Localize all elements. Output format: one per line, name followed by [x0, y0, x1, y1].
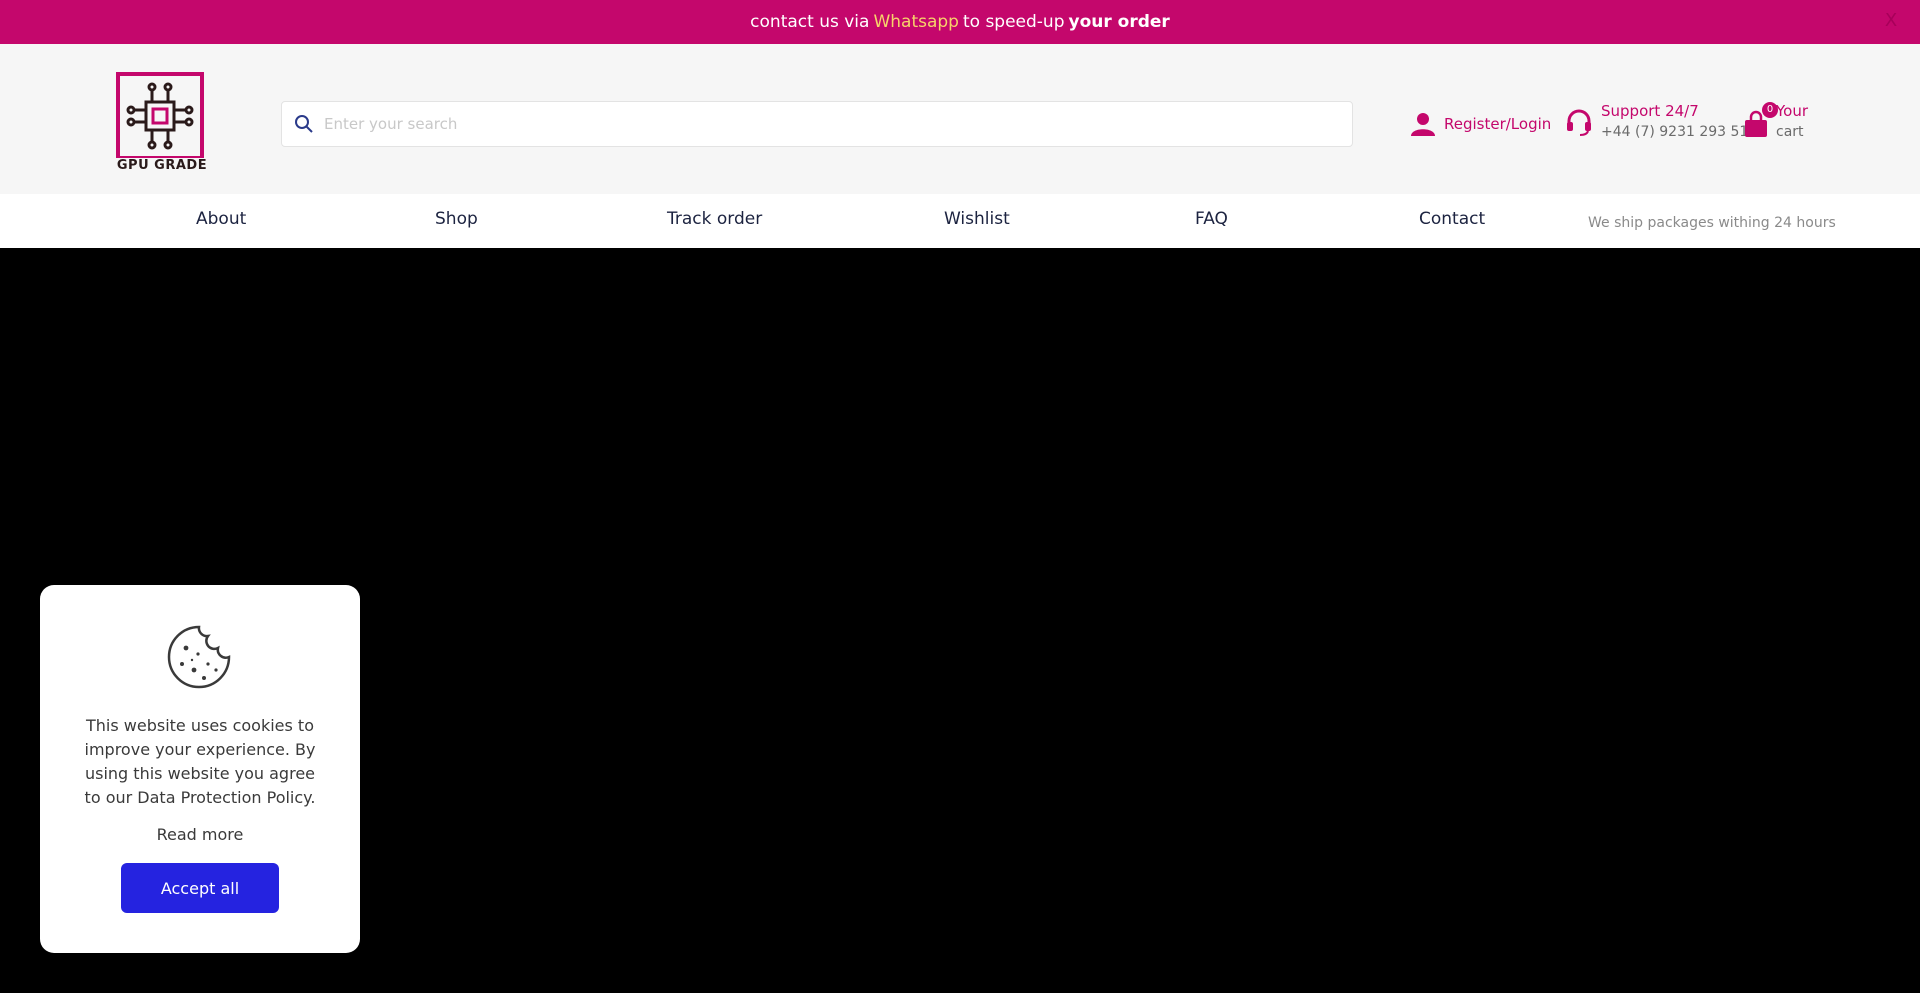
cart-link[interactable]: 0 Your cart: [1742, 102, 1808, 140]
cart-count-badge: 0: [1762, 102, 1778, 118]
cart-title: Your: [1776, 102, 1809, 120]
search-bar: [281, 101, 1353, 147]
user-icon: [1411, 113, 1435, 136]
account-label: Register/Login: [1444, 115, 1552, 133]
nav-item-about[interactable]: About: [196, 209, 246, 229]
nav-item-track-order[interactable]: Track order: [667, 209, 762, 229]
promo-middle: to speed-up: [962, 12, 1065, 32]
accept-all-button[interactable]: Accept all: [121, 863, 279, 913]
support-contact[interactable]: Support 24/7 +44 (7) 9231 293 51: [1565, 102, 1748, 140]
site-header: GPU GRADE Register/Login Support 24/7 +4…: [0, 44, 1920, 194]
search-input[interactable]: [324, 104, 1352, 144]
close-promo-button[interactable]: X: [1880, 10, 1902, 32]
nav-item-contact[interactable]: Contact: [1419, 209, 1485, 229]
promo-bold: your order: [1068, 12, 1170, 32]
promo-prefix: contact us via: [750, 12, 870, 32]
cookie-icon: [167, 625, 231, 689]
promo-bar: contact us via Whatsapp to speed-up your…: [0, 0, 1920, 44]
brand-logo[interactable]: GPU GRADE: [108, 72, 216, 178]
cookie-consent-card: This website uses cookies to improve you…: [40, 585, 360, 953]
shipping-note: We ship packages withing 24 hours: [1588, 215, 1836, 231]
brand-name: GPU GRADE: [116, 158, 208, 173]
support-title: Support 24/7: [1601, 102, 1699, 120]
cookie-message: This website uses cookies to improve you…: [84, 716, 316, 807]
support-phone: +44 (7) 9231 293 51: [1601, 124, 1749, 140]
cart-subtitle: cart: [1776, 124, 1804, 140]
chip-icon: [116, 72, 204, 160]
nav-item-faq[interactable]: FAQ: [1195, 209, 1228, 229]
whatsapp-link[interactable]: Whatsapp: [873, 12, 959, 32]
main-nav: About Shop Track order Wishlist FAQ Cont…: [0, 194, 1920, 248]
search-icon[interactable]: [294, 114, 314, 134]
nav-item-wishlist[interactable]: Wishlist: [944, 209, 1010, 229]
headset-icon: [1567, 109, 1591, 136]
read-more-link[interactable]: Read more: [40, 825, 360, 844]
account-link[interactable]: Register/Login: [1410, 112, 1551, 136]
nav-item-shop[interactable]: Shop: [435, 209, 478, 229]
